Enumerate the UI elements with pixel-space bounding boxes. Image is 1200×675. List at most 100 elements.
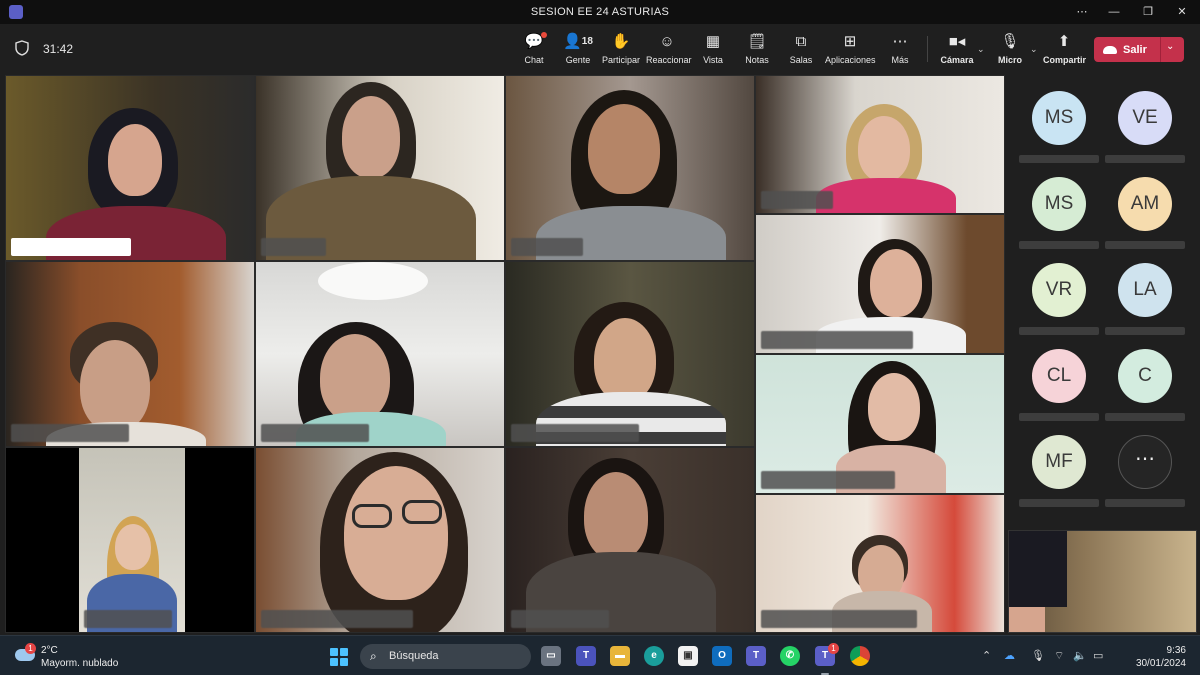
wifi-icon[interactable]: ⌔ [1054,649,1064,663]
edge-browser-icon[interactable]: e [644,646,664,666]
video-tile[interactable] [755,75,1005,214]
avatar[interactable]: LA [1118,263,1172,317]
avatar[interactable]: MS [1032,177,1086,231]
participant-nameplate [511,238,583,256]
minimize-button[interactable]: — [1106,4,1122,20]
file-explorer-icon[interactable]: ▬ [610,646,630,666]
avatar-name-redacted [1019,413,1099,421]
more-button[interactable]: ⋯ Más [889,32,911,65]
people-icon: 👤18 [563,33,593,50]
video-tile[interactable] [505,261,755,447]
maximize-button[interactable]: ❐ [1140,4,1156,20]
avatar[interactable]: AM [1118,177,1172,231]
onedrive-icon[interactable]: ☁ [1004,649,1015,662]
react-label: Reaccionar [646,55,692,65]
smiley-icon: ☺ [659,33,675,50]
grid-view-icon: ▦ [705,33,721,50]
avatar[interactable]: MS [1032,91,1086,145]
participant-nameplate [11,424,129,442]
people-button[interactable]: 👤18 Gente [561,32,595,65]
ellipsis-icon[interactable]: ⋯ [1118,435,1172,489]
share-icon: ⬆ [1057,33,1071,50]
video-tile[interactable] [5,261,255,447]
apps-button[interactable]: ⊞ Aplicaciones [825,32,876,65]
search-placeholder: Búsqueda [389,650,439,662]
task-view-icon[interactable]: ▭ [541,646,561,666]
speaker-icon[interactable]: 🔈 [1073,649,1087,662]
participant-nameplate [84,610,172,628]
avatar[interactable]: VE [1118,91,1172,145]
raise-hand-button[interactable]: ✋ Participar [602,32,640,65]
video-tile[interactable] [255,447,505,633]
whatsapp-icon[interactable]: ✆ [780,646,800,666]
video-tile[interactable] [505,75,755,261]
avatar[interactable]: VR [1032,263,1086,317]
video-tile[interactable] [5,75,255,261]
participant-face [588,104,660,194]
avatar[interactable]: MF [1032,435,1086,489]
avatar[interactable]: C [1118,349,1172,403]
hang-up-icon [1103,45,1117,54]
leave-button[interactable]: Salir ⌄ [1094,37,1184,62]
participant-face [584,472,648,560]
clock-date: 30/01/2024 [1135,658,1186,669]
video-tile[interactable] [255,75,505,261]
participant-nameplate [761,331,913,349]
video-tile[interactable] [755,214,1005,354]
share-label: Compartir [1043,55,1087,65]
battery-icon[interactable]: ▭ [1093,649,1103,662]
glasses-right [402,500,442,524]
ceiling-light [318,262,428,300]
participant-face [594,318,656,402]
teams-chat-icon[interactable]: T [576,646,596,666]
video-tile[interactable] [505,447,755,633]
notes-button[interactable]: 🗒 Notas [744,32,770,65]
camera-button[interactable]: ■◂ Cámara [940,32,974,65]
people-label: Gente [565,55,591,65]
windows-start-icon[interactable] [330,648,348,666]
participant-face [80,340,150,432]
microphone-tray-icon[interactable]: 🎙 [1031,649,1045,662]
chrome-icon[interactable] [850,646,870,666]
camera-options-chevron-icon[interactable]: ⌄ [977,44,985,55]
more-options-icon[interactable]: ⋯ [1074,4,1090,20]
weather-badge: 1 [25,643,36,654]
store-icon[interactable]: ▣ [678,646,698,666]
leave-options-chevron-icon[interactable]: ⌄ [1166,41,1174,52]
video-tile[interactable] [255,261,505,447]
mic-options-chevron-icon[interactable]: ⌄ [1030,44,1038,55]
avatar[interactable]: CL [1032,349,1086,403]
share-button[interactable]: ⬆ Compartir [1043,32,1087,65]
search-icon: ⌕ [370,649,377,663]
participant-nameplate [261,424,369,442]
avatar-initials: AM [1130,193,1160,214]
avatar-name-redacted [1105,155,1185,163]
video-tile[interactable] [755,354,1005,494]
avatar-name-redacted [1019,155,1099,163]
avatar-name-redacted [1105,241,1185,249]
camera-icon: ■◂ [948,33,966,50]
avatar-initials: MS [1044,193,1074,214]
participant-nameplate [261,610,413,628]
close-button[interactable]: ✕ [1174,4,1190,20]
system-clock[interactable]: 9:36 30/01/2024 [1136,644,1186,670]
outlook-icon[interactable]: O [712,646,732,666]
video-tile[interactable] [5,447,255,633]
video-tile[interactable] [755,494,1005,633]
view-button[interactable]: ▦ Vista [701,32,725,65]
search-box[interactable]: ⌕ Búsqueda [360,644,531,669]
raise-label: Participar [602,55,641,65]
people-count: 18 [581,36,593,47]
react-button[interactable]: ☺ Reaccionar [646,32,692,65]
rooms-button[interactable]: ⧉ Salas [789,32,813,65]
mic-button[interactable]: 🎙 Micro [997,32,1023,65]
participant-face [1009,607,1045,632]
avatar-name-redacted [1019,327,1099,335]
participant-hair [1009,531,1067,607]
chevron-up-icon[interactable]: ⌃ [982,649,991,662]
participant-face [115,524,151,570]
avatar-name-redacted [1019,241,1099,249]
self-view[interactable] [1008,530,1197,633]
chat-button[interactable]: 💬 Chat [521,32,547,65]
teams-icon[interactable]: T [746,646,766,666]
